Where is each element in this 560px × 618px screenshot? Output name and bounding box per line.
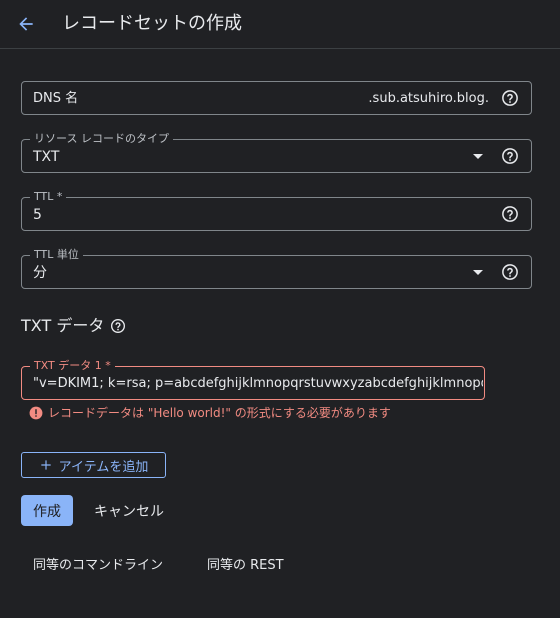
dns-name-field[interactable]: DNS 名 .sub.atsuhiro.blog. [21,81,532,115]
page-header: レコードセットの作成 [0,0,560,49]
record-type-help-icon[interactable] [501,147,519,165]
dns-name-label: DNS 名 [33,91,79,106]
dns-name-suffix: .sub.atsuhiro.blog. [368,91,489,106]
ttl-unit-value: 分 [33,265,47,281]
plus-icon [40,460,51,470]
ttl-unit-label: TTL 単位 [30,247,83,263]
txt-data-1-field[interactable]: TXT データ 1 * "v=DKIM1; k=rsa; p=abcdefghi… [21,358,485,400]
create-button[interactable]: 作成 [21,495,73,526]
ttl-value: 5 [33,207,42,223]
txt-data-1-label: TXT データ 1 * [30,358,115,374]
txt-section-title: TXT データ [21,316,126,336]
ttl-field[interactable]: TTL * 5 [21,189,532,231]
rest-button[interactable]: 同等の REST [195,548,296,578]
txt-data-1-error: レコードデータは "Hello world!" の形式にする必要があります [29,405,391,421]
error-icon [29,406,43,420]
add-item-button[interactable]: アイテムを追加 [21,452,166,478]
error-text: レコードデータは "Hello world!" の形式にする必要があります [48,406,391,420]
txt-section-label: TXT データ [21,316,105,335]
record-type-value: TXT [33,149,60,165]
txt-section-help-icon[interactable] [110,318,126,334]
record-type-label: リソース レコードのタイプ [30,131,173,147]
ttl-help-icon[interactable] [501,205,519,223]
cancel-button[interactable]: キャンセル [84,495,174,526]
dns-name-help-icon[interactable] [501,89,519,107]
ttl-label: TTL * [30,189,67,205]
dropdown-arrow-icon [473,270,483,275]
dropdown-arrow-icon [473,154,483,159]
page-title: レコードセットの作成 [62,13,242,34]
ttl-unit-help-icon[interactable] [501,263,519,281]
command-line-button[interactable]: 同等のコマンドライン [21,548,175,578]
txt-data-1-value[interactable]: "v=DKIM1; k=rsa; p=abcdefghijklmnopqrstu… [33,375,483,393]
back-button[interactable] [14,12,38,36]
arrow-back-icon[interactable] [16,14,36,34]
add-item-label: アイテムを追加 [58,459,149,475]
ttl-unit-select[interactable]: TTL 単位 分 [21,247,532,289]
record-type-select[interactable]: リソース レコードのタイプ TXT [21,131,532,173]
